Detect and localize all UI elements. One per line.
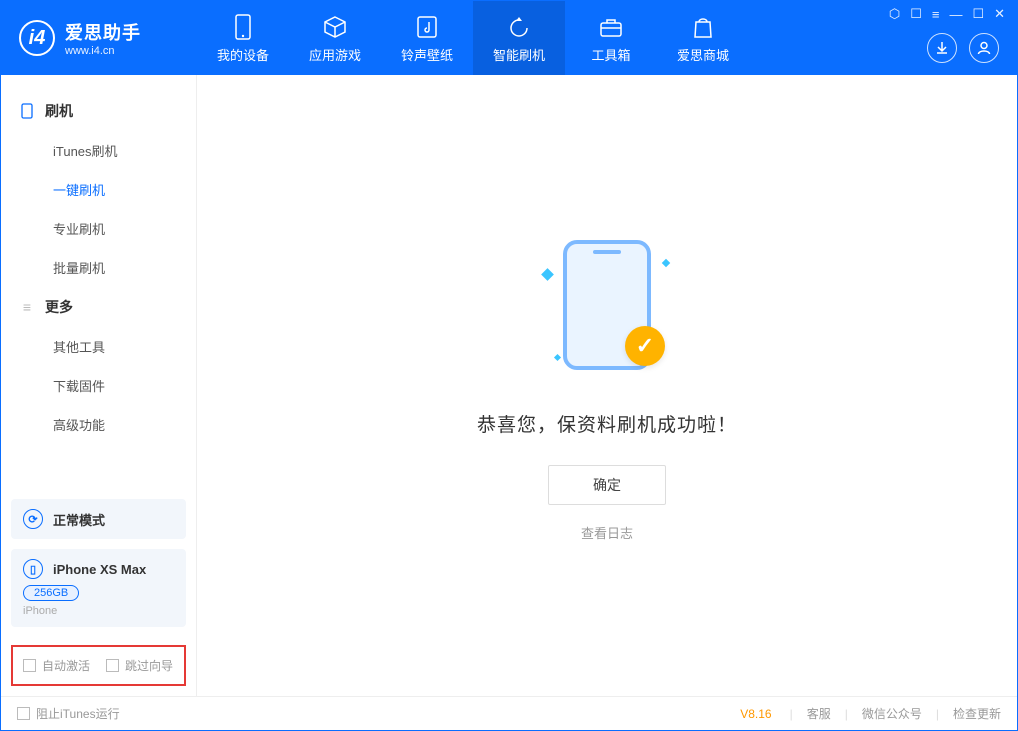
tab-label: 我的设备	[217, 45, 269, 64]
device-name: iPhone XS Max	[53, 562, 146, 577]
checkbox-block-itunes[interactable]: 阻止iTunes运行	[17, 705, 120, 722]
confirm-button[interactable]: 确定	[548, 465, 666, 505]
logo-text: 爱思助手 www.i4.cn	[65, 19, 141, 57]
tab-label: 应用游戏	[309, 45, 361, 64]
mode-block[interactable]: ⟳ 正常模式	[11, 499, 186, 539]
phone-icon	[233, 13, 253, 41]
checkbox-box-icon	[23, 659, 36, 672]
separator: |	[936, 707, 939, 721]
view-log-link[interactable]: 查看日志	[581, 523, 633, 542]
toolbox-icon	[598, 13, 624, 41]
app-logo-icon: i4	[19, 20, 55, 56]
checkbox-label: 跳过向导	[125, 657, 173, 674]
phone-small-icon: ▯	[23, 559, 43, 579]
sidebar-scroll: 刷机 iTunes刷机 一键刷机 专业刷机 批量刷机 ≡ 更多 其他工具 下载固…	[1, 75, 196, 489]
feedback-icon[interactable]: ☐	[910, 6, 922, 22]
sidebar-item-advanced[interactable]: 高级功能	[1, 405, 196, 444]
checkmark-badge-icon: ✓	[625, 326, 665, 366]
sidebar-item-itunes-flash[interactable]: iTunes刷机	[1, 131, 196, 170]
device-icon	[19, 103, 35, 119]
tab-ringtones-wallpapers[interactable]: 铃声壁纸	[381, 1, 473, 75]
app-body: 刷机 iTunes刷机 一键刷机 专业刷机 批量刷机 ≡ 更多 其他工具 下载固…	[1, 75, 1017, 696]
maximize-button[interactable]: ☐	[972, 6, 984, 22]
sidebar-item-pro-flash[interactable]: 专业刷机	[1, 209, 196, 248]
music-note-icon	[415, 13, 439, 41]
footer-link-update[interactable]: 检查更新	[953, 705, 1001, 722]
version-label: V8.16	[740, 707, 771, 721]
footer-links: | 客服 | 微信公众号 | 检查更新	[790, 705, 1001, 722]
mode-label: 正常模式	[53, 510, 105, 529]
tab-my-device[interactable]: 我的设备	[197, 1, 289, 75]
app-url: www.i4.cn	[65, 45, 141, 57]
tab-toolbox[interactable]: 工具箱	[565, 1, 657, 75]
checkbox-box-icon	[17, 707, 30, 720]
device-block[interactable]: ▯ iPhone XS Max 256GB iPhone	[11, 549, 186, 627]
sidebar-group-more: ≡ 更多	[1, 287, 196, 327]
sparkle-icon	[541, 268, 554, 281]
refresh-icon	[506, 13, 532, 41]
titlebar: i4 爱思助手 www.i4.cn 我的设备 应用游戏 铃声壁纸 智能刷机	[1, 1, 1017, 75]
close-button[interactable]: ✕	[994, 6, 1005, 22]
checkbox-label: 自动激活	[42, 657, 90, 674]
sparkle-icon	[554, 353, 561, 360]
checkbox-box-icon	[106, 659, 119, 672]
device-blocks: ⟳ 正常模式 ▯ iPhone XS Max 256GB iPhone	[1, 489, 196, 637]
footer-link-wechat[interactable]: 微信公众号	[862, 705, 922, 722]
footer: 阻止iTunes运行 V8.16 | 客服 | 微信公众号 | 检查更新	[1, 696, 1017, 730]
menu-icon[interactable]: ≡	[932, 7, 940, 22]
tab-label: 爱思商城	[677, 45, 729, 64]
footer-left: 阻止iTunes运行	[17, 705, 120, 722]
tab-store[interactable]: 爱思商城	[657, 1, 749, 75]
download-button[interactable]	[927, 33, 957, 63]
cube-icon	[322, 13, 348, 41]
checkbox-skip-guide[interactable]: 跳过向导	[106, 657, 173, 674]
logo-area: i4 爱思助手 www.i4.cn	[1, 1, 197, 75]
storage-badge: 256GB	[23, 585, 79, 601]
main-content: ✓ 恭喜您，保资料刷机成功啦！ 确定 查看日志	[197, 75, 1017, 696]
tab-label: 工具箱	[591, 45, 630, 64]
group-title: 更多	[45, 297, 73, 317]
highlighted-checkbox-row: 自动激活 跳过向导	[11, 645, 186, 686]
tshirt-icon[interactable]: ⬡	[889, 6, 900, 22]
header-action-buttons	[927, 33, 999, 63]
shopping-bag-icon	[691, 13, 715, 41]
tab-label: 铃声壁纸	[401, 45, 453, 64]
tab-smart-flash[interactable]: 智能刷机	[473, 1, 565, 75]
checkbox-auto-activate[interactable]: 自动激活	[23, 657, 90, 674]
sidebar-group-flash: 刷机	[1, 91, 196, 131]
user-button[interactable]	[969, 33, 999, 63]
separator: |	[790, 707, 793, 721]
sidebar-item-download-firmware[interactable]: 下载固件	[1, 366, 196, 405]
footer-link-support[interactable]: 客服	[807, 705, 831, 722]
success-title: 恭喜您，保资料刷机成功啦！	[477, 410, 737, 437]
tab-apps-games[interactable]: 应用游戏	[289, 1, 381, 75]
success-illustration: ✓	[517, 230, 697, 390]
tab-label: 智能刷机	[493, 45, 545, 64]
checkbox-label: 阻止iTunes运行	[36, 705, 120, 722]
sidebar-item-other-tools[interactable]: 其他工具	[1, 327, 196, 366]
app-name: 爱思助手	[65, 19, 141, 45]
minimize-button[interactable]: —	[949, 7, 962, 22]
mode-icon: ⟳	[23, 509, 43, 529]
menu-lines-icon: ≡	[19, 299, 35, 315]
sidebar-item-batch-flash[interactable]: 批量刷机	[1, 248, 196, 287]
separator: |	[845, 707, 848, 721]
sidebar-item-oneclick-flash[interactable]: 一键刷机	[1, 170, 196, 209]
sparkle-icon	[662, 258, 670, 266]
sidebar: 刷机 iTunes刷机 一键刷机 专业刷机 批量刷机 ≡ 更多 其他工具 下载固…	[1, 75, 197, 696]
group-title: 刷机	[45, 101, 73, 121]
window-controls: ⬡ ☐ ≡ — ☐ ✕	[889, 1, 1017, 27]
app-window: i4 爱思助手 www.i4.cn 我的设备 应用游戏 铃声壁纸 智能刷机	[0, 0, 1018, 731]
device-type: iPhone	[23, 605, 174, 617]
